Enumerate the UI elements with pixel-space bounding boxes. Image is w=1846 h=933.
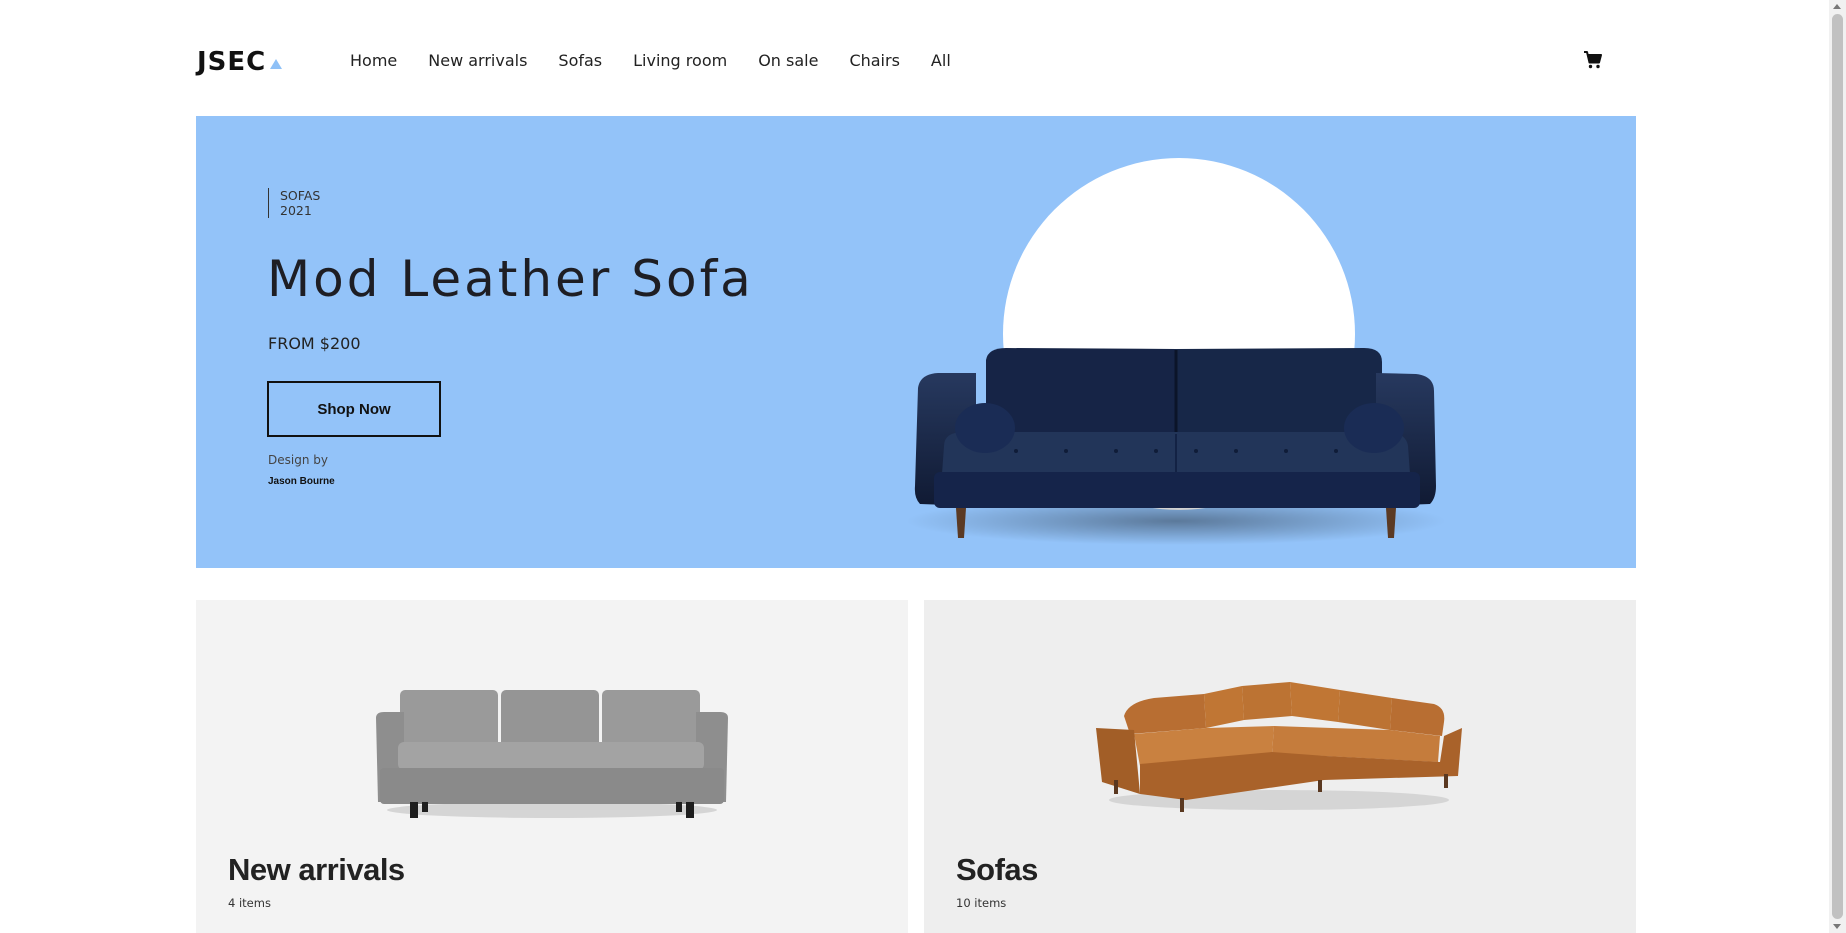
- grey-sofa-image: [376, 690, 728, 818]
- hero-category: SOFAS: [280, 188, 321, 203]
- category-item-count: 4 items: [228, 896, 271, 910]
- nav-item-sofas[interactable]: Sofas: [558, 51, 602, 70]
- logo[interactable]: JSEC: [197, 47, 283, 77]
- nav-item-on-sale[interactable]: On sale: [758, 51, 818, 70]
- design-by-label: Design by: [268, 453, 328, 467]
- hero-tag: SOFAS 2021: [268, 188, 320, 218]
- hero-title: Mod Leather Sofa: [267, 250, 754, 308]
- page: JSEC Home New arrivals Sofas Living room…: [0, 0, 1829, 933]
- navy-sofa-image: [906, 348, 1446, 545]
- vertical-scrollbar[interactable]: [1829, 0, 1846, 933]
- scrollbar-thumb[interactable]: [1832, 14, 1843, 919]
- hero-price: FROM $200: [268, 334, 361, 353]
- tan-sectional-sofa-image: [1096, 682, 1462, 812]
- hero-banner: SOFAS 2021 Mod Leather Sofa FROM $200 Sh…: [196, 116, 1636, 568]
- category-card-sofas[interactable]: Sofas 10 items: [924, 600, 1636, 933]
- nav-item-new-arrivals[interactable]: New arrivals: [428, 51, 527, 70]
- shopping-cart-icon[interactable]: [1583, 50, 1603, 70]
- category-item-count: 10 items: [956, 896, 1007, 910]
- nav-item-living-room[interactable]: Living room: [633, 51, 727, 70]
- designer-name: Jason Bourne: [268, 476, 335, 487]
- nav-item-all[interactable]: All: [931, 51, 951, 70]
- main-nav: Home New arrivals Sofas Living room On s…: [350, 51, 951, 70]
- category-card-new-arrivals[interactable]: New arrivals 4 items: [196, 600, 908, 933]
- shop-now-button[interactable]: Shop Now: [267, 381, 441, 437]
- hero-year: 2021: [280, 203, 312, 218]
- scroll-down-arrow-icon[interactable]: [1833, 924, 1841, 929]
- scroll-up-arrow-icon[interactable]: [1833, 4, 1841, 9]
- nav-item-chairs[interactable]: Chairs: [849, 51, 899, 70]
- nav-item-home[interactable]: Home: [350, 51, 397, 70]
- logo-triangle-icon: [270, 59, 283, 69]
- category-title: Sofas: [956, 852, 1038, 887]
- category-title: New arrivals: [228, 852, 405, 887]
- logo-text: JSEC: [197, 47, 267, 77]
